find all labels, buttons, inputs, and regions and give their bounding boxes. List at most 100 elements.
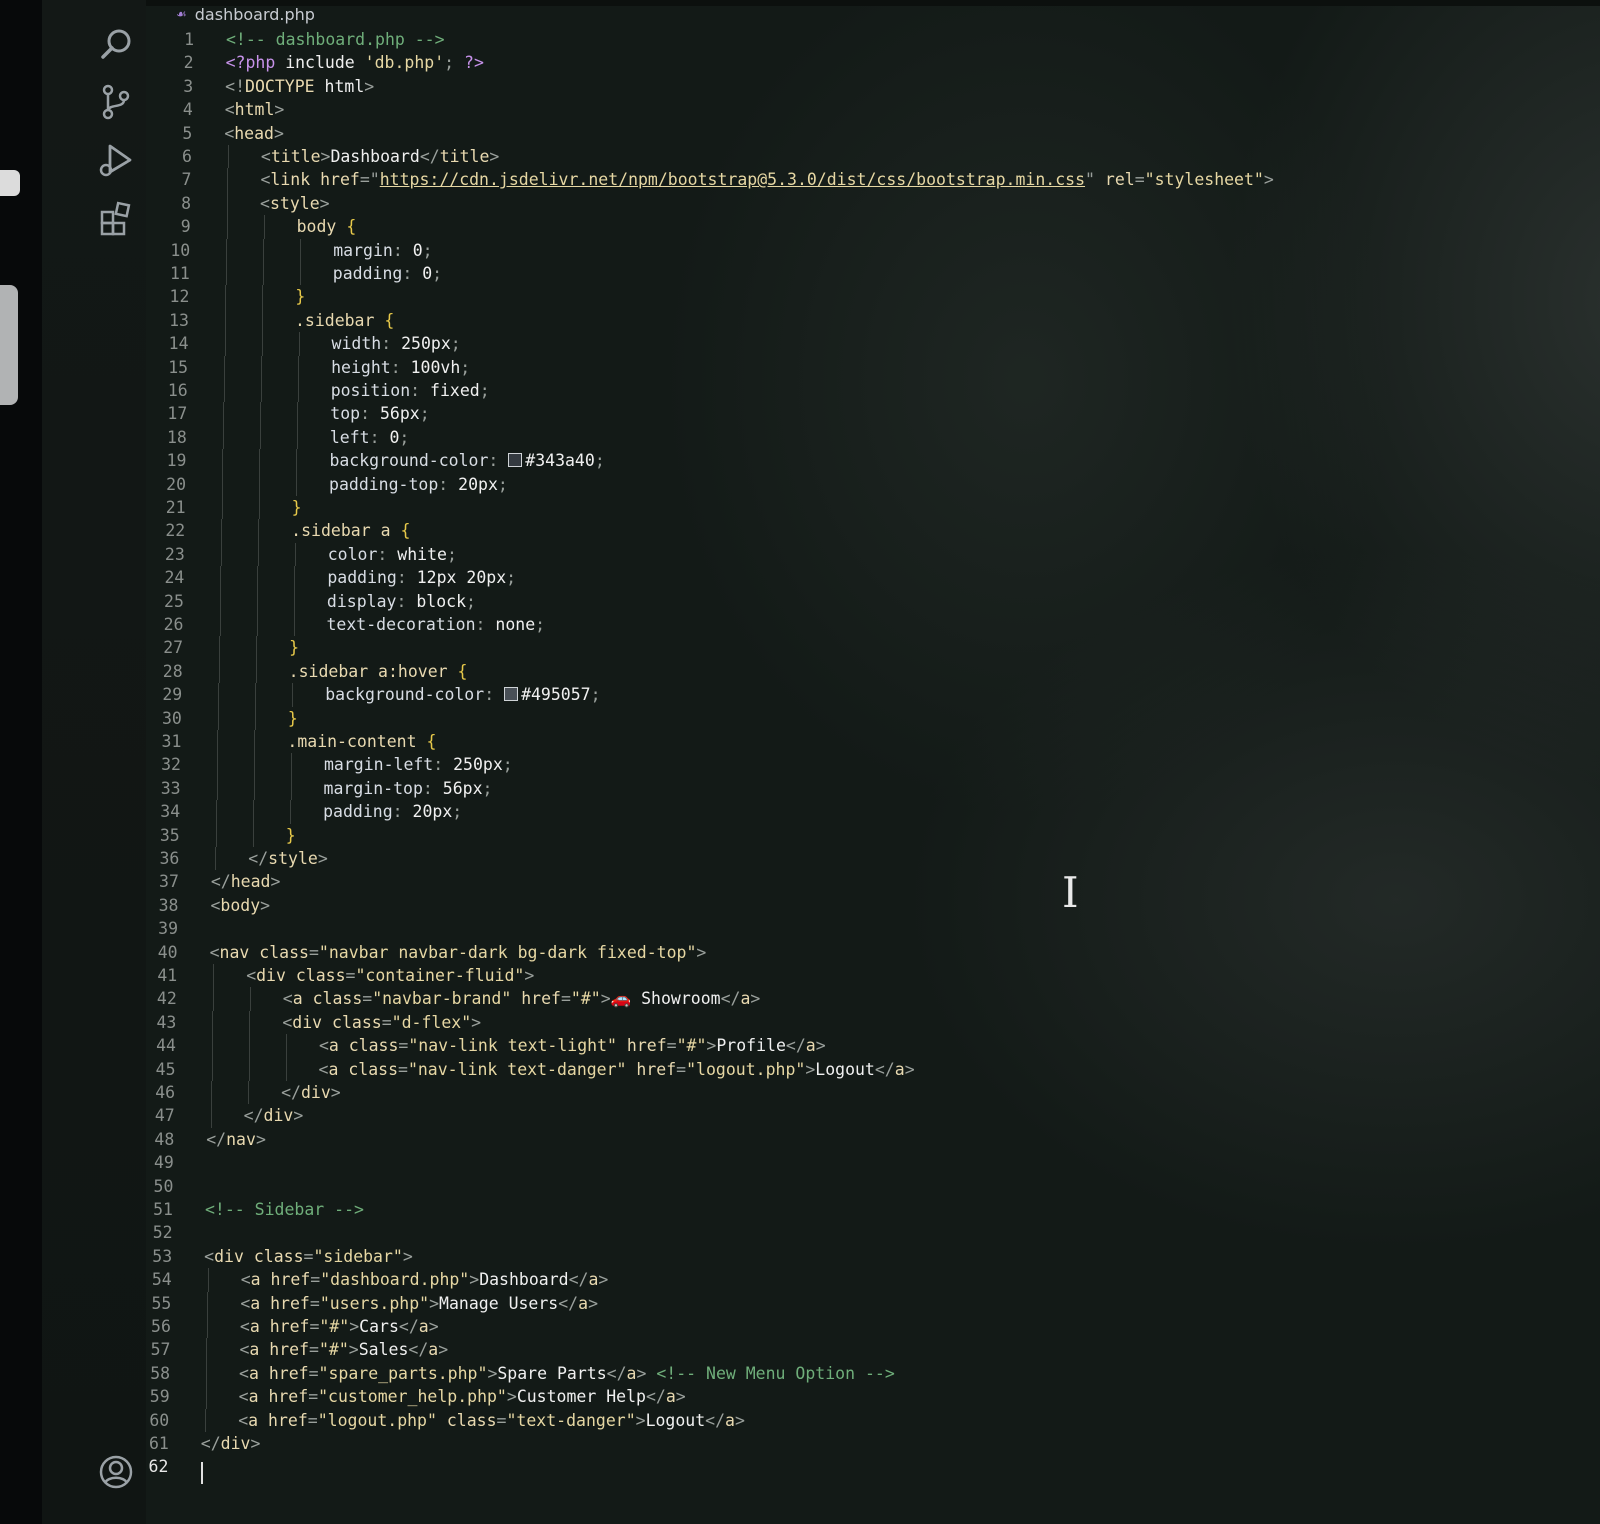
line-number: 56 [151, 1317, 171, 1336]
line-number: 31 [161, 732, 182, 751]
indent-guide [290, 800, 292, 824]
indent-guide [225, 285, 227, 309]
tab-dashboard-php[interactable]: ☙ dashboard.php [166, 0, 329, 28]
indent-guide [260, 402, 262, 426]
indent-guide [227, 145, 229, 169]
line-number: 25 [164, 591, 184, 611]
indent-guide [253, 776, 255, 801]
line-number: 45 [155, 1059, 176, 1079]
code-text: <div class="sidebar"> [204, 1246, 413, 1266]
indent-guide [215, 847, 217, 871]
line-number: 9 [180, 217, 191, 237]
code-text: <a href="spare_parts.php">Spare Parts</a… [239, 1363, 895, 1383]
indent-guide [285, 1057, 287, 1081]
indent-guide [222, 472, 224, 496]
line-number: 16 [167, 381, 188, 400]
line-number: 5 [182, 123, 193, 143]
indent-guide [225, 262, 227, 286]
indent-guide [220, 542, 222, 567]
line-number: 62 [148, 1457, 169, 1477]
line-number: 18 [167, 427, 187, 447]
indent-guide [216, 753, 218, 777]
indent-guide [222, 425, 224, 450]
indent-guide [263, 215, 265, 239]
search-icon[interactable] [96, 24, 136, 64]
line-number: 30 [161, 708, 182, 728]
code-text: </div> [200, 1434, 261, 1453]
indent-guide [248, 1081, 250, 1105]
code-text: body { [296, 217, 357, 237]
indent-guide [259, 472, 261, 496]
indent-guide [249, 1010, 251, 1035]
code-text: .sidebar { [294, 310, 395, 330]
indent-guide [222, 449, 224, 473]
indent-guide [221, 519, 223, 543]
indent-guide [213, 964, 215, 988]
indent-guide [255, 683, 257, 707]
line-number: 60 [149, 1410, 170, 1430]
indent-guide [211, 1081, 213, 1105]
code-text: <nav class="navbar navbar-dark bg-dark f… [209, 942, 707, 962]
line-number: 53 [152, 1246, 173, 1266]
indent-guide [260, 379, 262, 403]
code-text: <?php include 'db.php'; ?> [225, 53, 484, 73]
indent-guide [296, 472, 298, 496]
php-file-icon: ☙ [176, 7, 187, 21]
indent-guide [299, 262, 301, 286]
line-number: 17 [167, 404, 188, 424]
code-text: <head> [224, 123, 284, 143]
code-text: <div class="d-flex"> [282, 1012, 482, 1032]
line-number: 52 [152, 1223, 173, 1243]
code-text: height: 100vh; [331, 357, 471, 377]
line-number: 49 [153, 1153, 174, 1173]
line-number: 55 [151, 1293, 172, 1313]
line-number: 10 [170, 240, 191, 260]
indent-guide [223, 402, 225, 426]
indent-guide [205, 1408, 207, 1432]
code-text: </div> [281, 1083, 341, 1102]
code-text: } [287, 708, 298, 728]
code-text: .main-content { [287, 732, 437, 751]
indent-guide [220, 566, 222, 590]
code-text: <a class="nav-link text-light" href="#">… [318, 1036, 826, 1056]
line-number: 54 [151, 1270, 172, 1290]
source-control-icon[interactable] [96, 82, 136, 122]
line-number: 23 [164, 544, 185, 564]
line-number: 40 [157, 942, 178, 962]
code-text: } [295, 287, 306, 307]
line-number: 24 [164, 568, 185, 588]
indent-guide [259, 449, 261, 473]
indent-guide [227, 168, 229, 192]
line-number: 15 [168, 357, 189, 377]
code-text: <html> [224, 100, 285, 120]
indent-guide [210, 1104, 212, 1128]
indent-guide [253, 800, 255, 824]
indent-guide [226, 215, 228, 239]
indent-guide [290, 776, 292, 801]
line-number: 14 [168, 334, 189, 354]
indent-guide [254, 730, 256, 754]
indent-guide [223, 379, 225, 403]
line-number: 38 [158, 895, 179, 915]
indent-guide [255, 659, 257, 684]
line-number: 12 [169, 287, 190, 307]
indent-guide [217, 706, 219, 730]
line-number: 27 [163, 638, 184, 658]
run-debug-icon[interactable] [96, 140, 136, 180]
line-number: 20 [166, 474, 187, 494]
code-text: display: block; [326, 591, 476, 611]
indent-guide [259, 425, 261, 450]
indent-guide [215, 823, 217, 847]
extensions-icon[interactable] [96, 198, 136, 238]
indent-guide [298, 355, 300, 379]
tab-label: dashboard.php [194, 4, 315, 24]
code-text: padding: 12px 20px; [327, 568, 517, 588]
line-number: 32 [161, 755, 181, 775]
tab-bar [146, 0, 1600, 6]
code-text: <title>Dashboard</title> [260, 147, 500, 166]
code-text: <a href="#">Cars</a> [239, 1317, 439, 1336]
indent-guide [206, 1315, 208, 1339]
indent-guide [224, 308, 226, 333]
code-text: <div class="container-fluid"> [246, 966, 535, 985]
indent-guide [263, 238, 265, 262]
